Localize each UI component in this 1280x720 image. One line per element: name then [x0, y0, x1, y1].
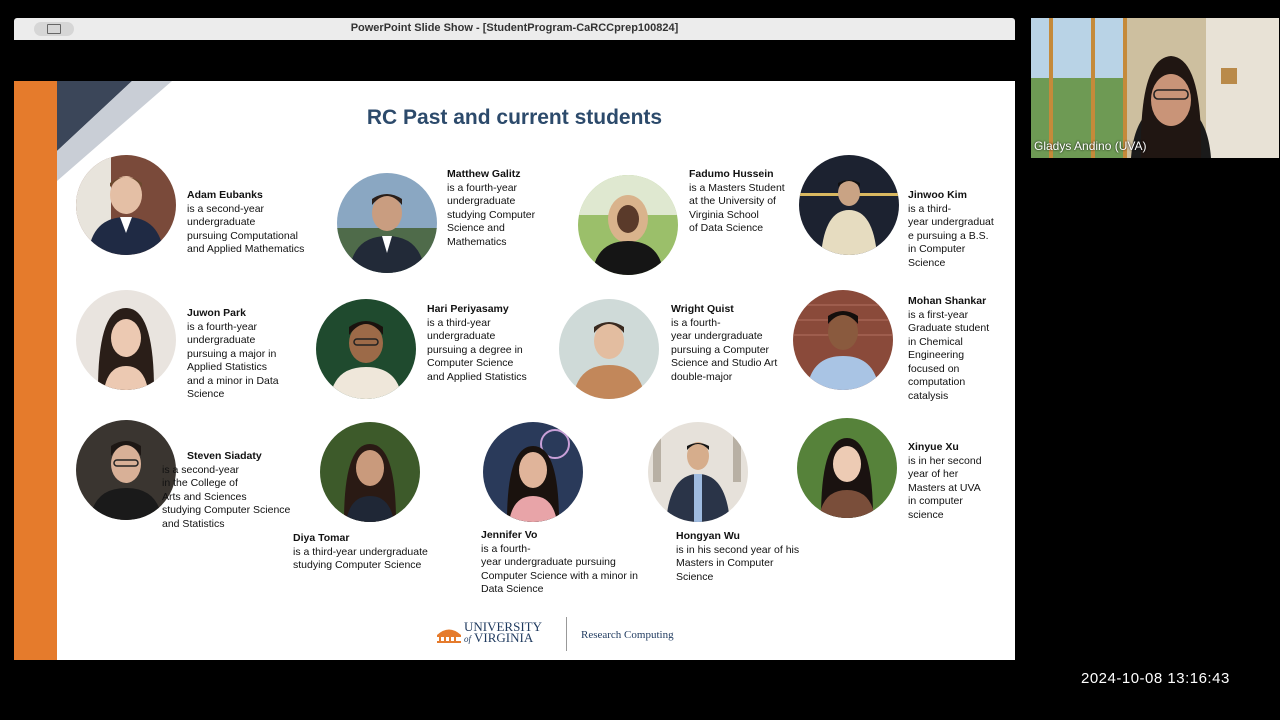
- student-description: is a fourth-year undergraduate studying …: [447, 181, 536, 248]
- uva-virginia: VIRGINIA: [474, 630, 534, 645]
- student-bio-xinyue-xu: Xinyue Xu is in her second year of her M…: [908, 441, 982, 522]
- student-photo-diya-tomar: [320, 422, 420, 522]
- student-photo-jennifer-vo: [483, 422, 583, 522]
- student-photo-adam-eubanks: [76, 155, 176, 255]
- student-description: is in her second year of her Masters at …: [908, 454, 982, 521]
- student-photo-fadumo-hussein: [578, 175, 678, 275]
- student-bio-diya-tomar: Diya Tomar is a third-year undergraduate…: [293, 532, 428, 573]
- student-photo-matthew-galitz: [337, 173, 437, 273]
- slide: RC Past and current students Adam Eubank…: [14, 81, 1015, 660]
- student-bio-juwon-park: Juwon Park is a fourth-year undergraduat…: [187, 307, 279, 402]
- student-name: Hari Periyasamy: [427, 303, 509, 315]
- rotunda-logo: [437, 629, 461, 643]
- window-titlebar: PowerPoint Slide Show - [StudentProgram-…: [14, 18, 1015, 40]
- student-bio-fadumo-hussein: Fadumo Hussein is a Masters Student at t…: [689, 168, 785, 236]
- student-photo-juwon-park: [76, 290, 176, 390]
- student-description: is a second-year in the College of Arts …: [162, 463, 291, 530]
- student-name: Diya Tomar: [293, 532, 350, 544]
- student-photo-hongyan-wu: [648, 422, 748, 522]
- student-bio-adam-eubanks: Adam Eubanks is a second-year undergradu…: [187, 189, 304, 257]
- recording-timestamp: 2024-10-08 13:16:43: [1081, 670, 1230, 687]
- student-description: is a fourth-year undergraduate pursuing …: [187, 320, 279, 401]
- student-bio-hongyan-wu: Hongyan Wu is in his second year of his …: [676, 530, 799, 584]
- student-bio-jennifer-vo: Jennifer Vo is a fourth- year undergradu…: [481, 529, 638, 597]
- participant-name: Gladys Andino (UVA): [1034, 139, 1147, 153]
- student-description: is a third- year undergraduat e pursuing…: [908, 202, 994, 269]
- student-name: Jinwoo Kim: [908, 189, 967, 201]
- student-name: Adam Eubanks: [187, 189, 263, 201]
- student-bio-wright-quist: Wright Quist is a fourth- year undergrad…: [671, 303, 777, 384]
- student-photo-mohan-shankar: [793, 290, 893, 390]
- student-bio-steven-siadaty: Steven Siadaty is a second-year in the C…: [162, 450, 290, 531]
- research-computing-label: Research Computing: [581, 629, 674, 641]
- student-description: is a second-year undergraduate pursuing …: [187, 202, 305, 256]
- student-description: is in his second year of his Masters in …: [676, 543, 800, 583]
- student-bio-mohan-shankar: Mohan Shankar is a first-year Graduate s…: [908, 295, 989, 403]
- student-name: Juwon Park: [187, 307, 246, 319]
- student-name: Xinyue Xu: [908, 441, 959, 453]
- student-name: Steven Siadaty: [187, 450, 262, 462]
- student-bio-hari-periyasamy: Hari Periyasamy is a third-year undergra…: [427, 303, 527, 384]
- student-photo-xinyue-xu: [797, 418, 897, 518]
- student-name: Mohan Shankar: [908, 295, 987, 307]
- webcam-scene: [1031, 18, 1279, 158]
- participant-video[interactable]: Gladys Andino (UVA): [1031, 18, 1279, 158]
- student-description: is a third-year undergraduate pursuing a…: [427, 316, 527, 383]
- student-name: Matthew Galitz: [447, 168, 521, 180]
- student-description: is a first-year Graduate student in Chem…: [908, 308, 990, 402]
- student-photo-jinwoo-kim: [799, 155, 899, 255]
- student-description: is a fourth- year undergraduate pursuing…: [481, 542, 638, 596]
- slide-title: RC Past and current students: [366, 106, 663, 129]
- student-photo-hari-periyasamy: [316, 299, 416, 399]
- student-description: is a third-year undergraduate studying C…: [293, 545, 428, 572]
- student-description: is a fourth- year undergraduate pursuing…: [671, 316, 778, 383]
- student-bio-jinwoo-kim: Jinwoo Kim is a third- year undergraduat…: [908, 189, 994, 270]
- student-name: Fadumo Hussein: [689, 168, 774, 180]
- window-title: PowerPoint Slide Show - [StudentProgram-…: [350, 22, 679, 34]
- footer-divider: [566, 617, 567, 651]
- student-photo-wright-quist: [559, 299, 659, 399]
- student-photo-steven-siadaty: [76, 420, 176, 520]
- student-name: Wright Quist: [671, 303, 734, 315]
- uva-of: of: [464, 634, 472, 644]
- student-bio-matthew-galitz: Matthew Galitz is a fourth-year undergra…: [447, 168, 535, 249]
- student-name: Hongyan Wu: [676, 530, 740, 542]
- student-name: Jennifer Vo: [481, 529, 538, 541]
- slide-footer: UNIVERSITY of VIRGINIA Research Computin…: [434, 615, 704, 651]
- student-description: is a Masters Student at the University o…: [689, 181, 785, 235]
- uva-wordmark: UNIVERSITY of VIRGINIA: [464, 620, 542, 645]
- slide-accent-bar: [14, 81, 57, 660]
